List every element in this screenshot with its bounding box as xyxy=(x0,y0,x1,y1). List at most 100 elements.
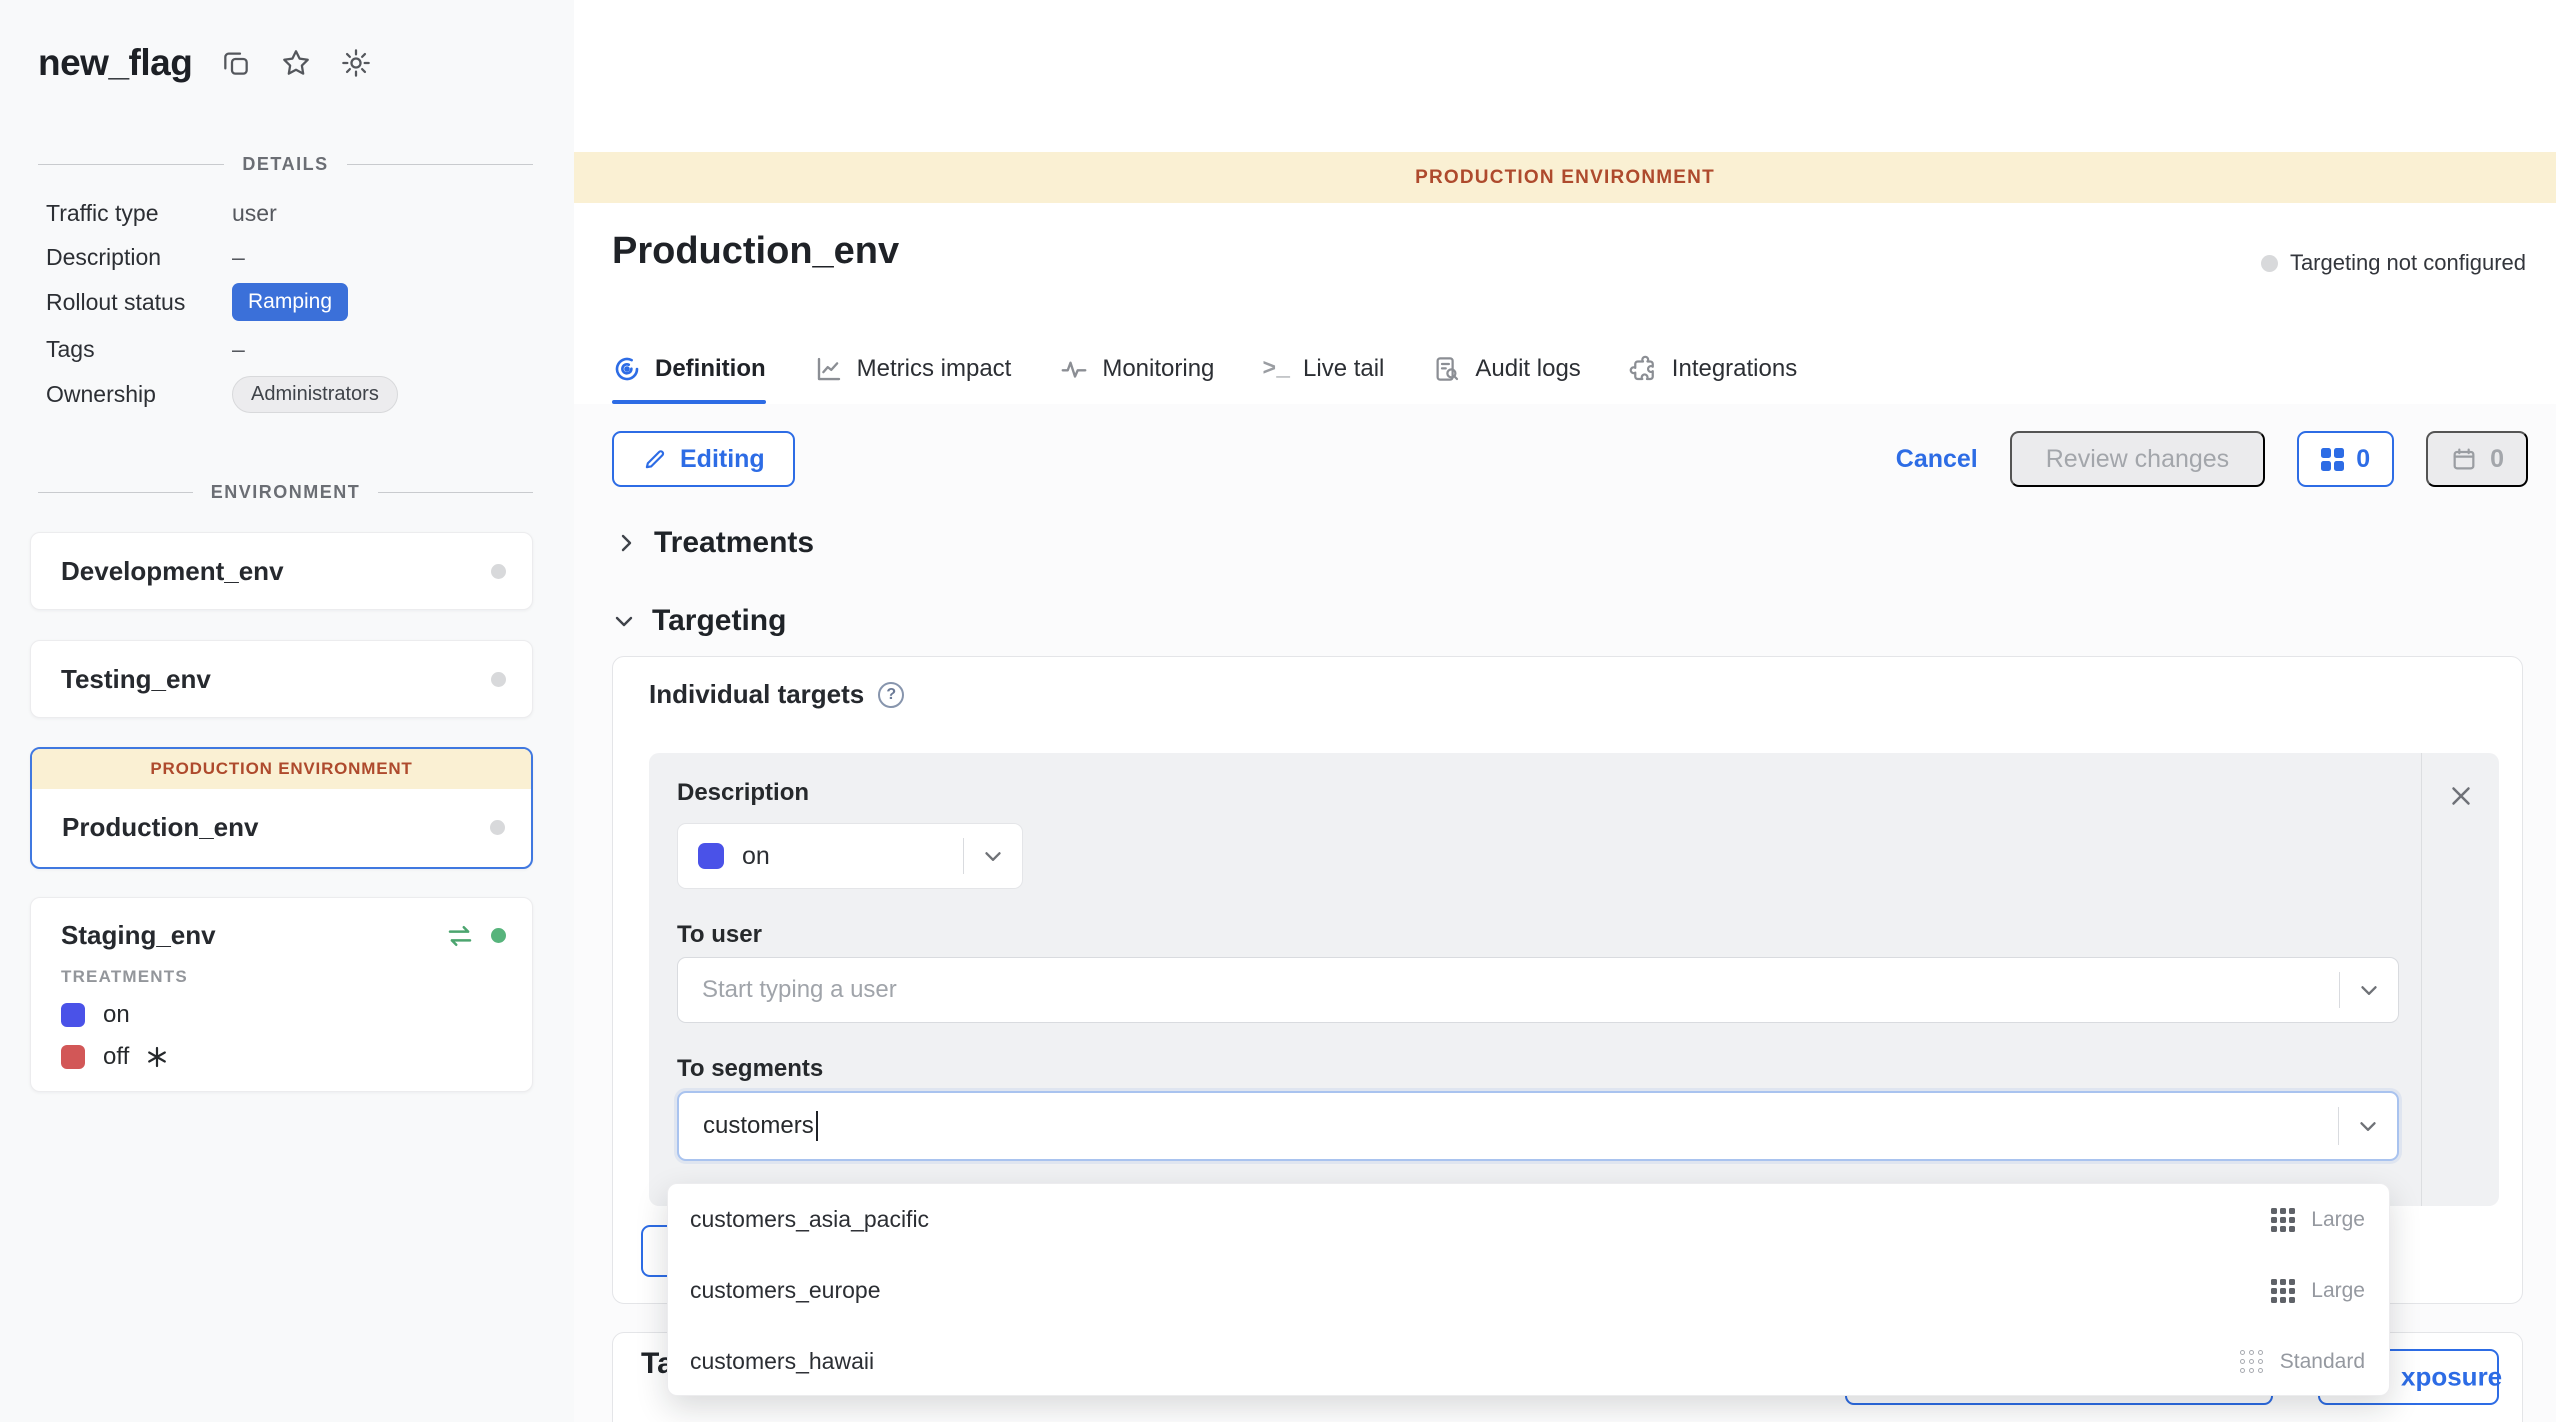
calendar-icon xyxy=(2450,445,2478,473)
env-status-dot xyxy=(490,820,505,835)
chevron-down-icon[interactable] xyxy=(980,843,1006,869)
definition-target-icon xyxy=(612,354,642,384)
help-icon[interactable]: ? xyxy=(878,682,904,708)
tab-label: Monitoring xyxy=(1102,355,1214,383)
text-cursor xyxy=(816,1111,818,1141)
tags-value: – xyxy=(232,336,245,363)
tab-audit-logs[interactable]: Audit logs xyxy=(1432,340,1580,404)
large-segment-icon xyxy=(2271,1208,2295,1232)
segment-option-hawaii[interactable]: customers_hawaii Standard xyxy=(668,1326,2389,1396)
treatment-select-value: on xyxy=(742,842,770,871)
pending-changes-button[interactable]: 0 xyxy=(2297,431,2394,487)
editing-button[interactable]: Editing xyxy=(612,431,795,487)
description-field-label: Description xyxy=(677,779,809,807)
chevron-down-icon xyxy=(612,609,636,633)
segment-size: Large xyxy=(2311,1208,2365,1232)
cancel-button[interactable]: Cancel xyxy=(1896,445,1978,474)
traffic-type-label: Traffic type xyxy=(46,200,232,227)
tab-bar: Definition Metrics impact Monitoring >_ … xyxy=(612,340,1797,404)
status-text: Targeting not configured xyxy=(2290,250,2526,276)
to-user-field-label: To user xyxy=(677,921,762,949)
tab-definition[interactable]: Definition xyxy=(612,340,766,404)
segment-size: Large xyxy=(2311,1279,2365,1303)
segments-suggestion-dropdown: customers_asia_pacific Large customers_e… xyxy=(667,1183,2390,1396)
ownership-label: Ownership xyxy=(46,381,232,408)
puzzle-icon xyxy=(1629,354,1659,384)
to-segments-field[interactable]: customers xyxy=(677,1091,2399,1161)
chevron-down-icon[interactable] xyxy=(2355,1113,2381,1139)
tab-label: Metrics impact xyxy=(857,355,1012,383)
env-card-production[interactable]: PRODUCTION ENVIRONMENT Production_env xyxy=(30,747,533,869)
detail-row-tags: Tags – xyxy=(46,332,538,366)
env-name: Staging_env xyxy=(61,920,216,951)
toolbar-right: Cancel Review changes 0 0 xyxy=(1896,431,2528,487)
treatment-row-off: off xyxy=(61,1043,506,1071)
env-card-testing[interactable]: Testing_env xyxy=(30,640,533,718)
production-environment-banner-main: PRODUCTION ENVIRONMENT xyxy=(574,152,2556,203)
scheduled-changes-button[interactable]: 0 xyxy=(2426,431,2528,487)
tab-metrics-impact[interactable]: Metrics impact xyxy=(814,340,1012,404)
env-card-staging[interactable]: Staging_env TREATMENTS on off xyxy=(30,897,533,1092)
segment-name: customers_asia_pacific xyxy=(690,1206,929,1233)
close-icon[interactable] xyxy=(2446,781,2476,811)
treatments-section-toggle[interactable]: Treatments xyxy=(614,526,814,560)
treatment-off-name: off xyxy=(103,1043,129,1071)
segment-name: customers_hawaii xyxy=(690,1348,874,1375)
scheduled-count: 0 xyxy=(2490,445,2504,474)
segment-name: customers_europe xyxy=(690,1277,881,1304)
rollout-status-badge[interactable]: Ramping xyxy=(232,283,348,321)
description-value: – xyxy=(232,244,245,271)
ownership-badge[interactable]: Administrators xyxy=(232,376,398,413)
select-divider xyxy=(963,838,964,874)
flag-header: new_flag xyxy=(38,42,372,84)
production-environment-banner: PRODUCTION ENVIRONMENT xyxy=(32,749,531,789)
treatment-on-name: on xyxy=(103,1001,130,1029)
tab-integrations[interactable]: Integrations xyxy=(1629,340,1797,404)
detail-row-description: Description – xyxy=(46,240,538,274)
treatment-select[interactable]: on xyxy=(677,823,1023,889)
target-rule-close-column xyxy=(2421,753,2499,1206)
select-divider xyxy=(2339,972,2340,1008)
to-segments-field-label: To segments xyxy=(677,1055,823,1083)
rollout-status-label: Rollout status xyxy=(46,289,232,316)
default-treatment-asterisk-icon xyxy=(145,1045,169,1069)
description-label: Description xyxy=(46,244,232,271)
to-segments-input-value[interactable]: customers xyxy=(703,1112,814,1140)
to-user-input[interactable] xyxy=(678,958,2308,1022)
chevron-right-icon xyxy=(614,531,638,555)
env-name: Development_env xyxy=(61,556,284,587)
main-panel: PRODUCTION ENVIRONMENT Production_env Ta… xyxy=(574,0,2556,1422)
segment-option-europe[interactable]: customers_europe Large xyxy=(668,1255,2389,1326)
gear-icon[interactable] xyxy=(340,47,372,79)
tab-label: Live tail xyxy=(1303,355,1384,383)
targeting-heading: Targeting xyxy=(652,604,786,638)
pencil-icon xyxy=(642,446,668,472)
treatments-heading: Treatments xyxy=(654,526,814,560)
editing-label: Editing xyxy=(680,445,765,474)
detail-row-ownership: Ownership Administrators xyxy=(46,372,538,416)
detail-row-rollout-status: Rollout status Ramping xyxy=(46,280,538,324)
environment-section-label: ENVIRONMENT xyxy=(38,482,533,503)
env-status-dot xyxy=(491,672,506,687)
document-search-icon xyxy=(1432,354,1462,384)
sidebar: new_flag DETAILS Traffic type user Descr… xyxy=(0,0,574,1422)
chevron-down-icon[interactable] xyxy=(2356,977,2382,1003)
toolbar: Editing Cancel Review changes 0 0 xyxy=(612,430,2528,488)
segment-size: Standard xyxy=(2280,1350,2365,1374)
star-icon[interactable] xyxy=(280,47,312,79)
traffic-type-value: user xyxy=(232,200,277,227)
env-card-development[interactable]: Development_env xyxy=(30,532,533,610)
targeting-section-toggle[interactable]: Targeting xyxy=(612,604,786,638)
individual-targets-header: Individual targets ? xyxy=(649,679,904,710)
review-changes-button[interactable]: Review changes xyxy=(2010,431,2265,487)
flag-name: new_flag xyxy=(38,42,192,84)
tags-label: Tags xyxy=(46,336,232,363)
segment-option-asia-pacific[interactable]: customers_asia_pacific Large xyxy=(668,1184,2389,1255)
copy-icon[interactable] xyxy=(220,47,252,79)
standard-segment-icon xyxy=(2240,1350,2264,1374)
env-name: Testing_env xyxy=(61,664,211,695)
page-title: Production_env xyxy=(612,230,899,273)
tab-monitoring[interactable]: Monitoring xyxy=(1059,340,1214,404)
tab-live-tail[interactable]: >_ Live tail xyxy=(1262,340,1384,404)
individual-targets-heading: Individual targets xyxy=(649,679,864,710)
